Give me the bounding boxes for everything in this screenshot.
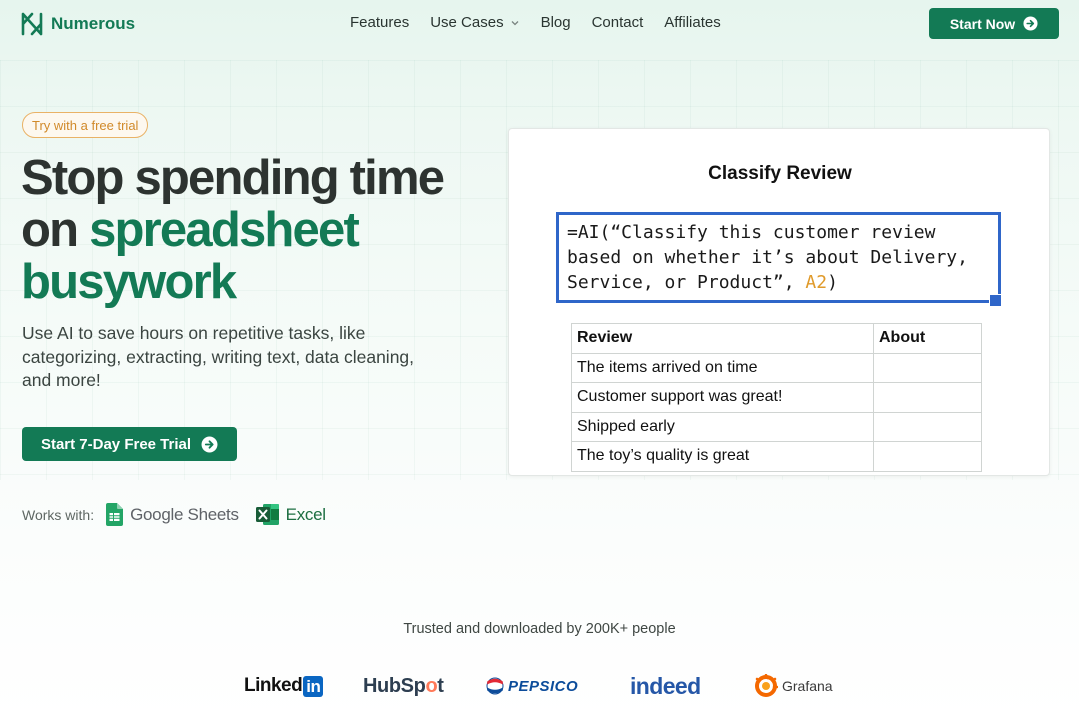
review-table: Review About The items arrived on time C… <box>571 323 982 472</box>
numerous-logo-icon <box>21 12 43 36</box>
nav-links: Features Use Cases Blog Contact Affiliat… <box>350 14 721 31</box>
formula-text: =AI(“Classify this customer review based… <box>567 222 968 293</box>
google-sheets-icon <box>106 503 124 526</box>
excel-icon <box>255 504 279 525</box>
column-header-review: Review <box>571 323 874 354</box>
linkedin-logo-text: Linked <box>244 675 303 696</box>
classify-demo-card: Classify Review =AI(“Classify this custo… <box>508 128 1050 476</box>
pepsi-globe-icon <box>486 677 504 695</box>
hubspot-logo-text-a: HubSp <box>363 674 426 697</box>
hero-subtitle: Use AI to save hours on repetitive tasks… <box>22 323 415 390</box>
excel-label: Excel <box>285 504 326 524</box>
about-cell[interactable] <box>873 382 982 413</box>
column-header-about: About <box>873 323 982 354</box>
works-with-label: Works with: <box>22 506 95 523</box>
nav-link-affiliates[interactable]: Affiliates <box>664 14 720 31</box>
pepsico-logo-text: PEPSICO <box>508 677 579 695</box>
start-free-trial-label: Start 7-Day Free Trial <box>40 435 192 453</box>
hubspot-logo-text-c: t <box>437 674 444 697</box>
grafana-icon <box>755 674 778 697</box>
table-row: Shipped early <box>571 411 982 442</box>
about-cell[interactable] <box>873 441 982 472</box>
review-cell[interactable]: The items arrived on time <box>571 352 874 383</box>
hubspot-logo: HubSp o t <box>363 668 444 704</box>
arrow-right-circle-icon <box>1023 16 1038 31</box>
arrow-right-circle-icon <box>201 436 218 452</box>
excel-integration[interactable]: Excel <box>255 503 326 526</box>
formula-cell[interactable]: =AI(“Classify this customer review based… <box>556 212 1001 303</box>
brand-logo[interactable]: Numerous <box>21 11 135 37</box>
formula-cell-ref: A2 <box>805 272 828 293</box>
works-with-row: Works with: Google Sheets Excel <box>22 503 326 526</box>
table-row: The toy’s quality is great <box>571 441 982 472</box>
free-trial-badge[interactable]: Try with a free trial <box>22 112 149 138</box>
google-sheets-integration[interactable]: Google Sheets <box>106 503 239 526</box>
nav-link-use-cases[interactable]: Use Cases <box>430 14 519 31</box>
nav-link-features[interactable]: Features <box>350 14 409 31</box>
fill-handle[interactable] <box>989 294 1002 307</box>
grafana-logo-text: Grafana <box>782 678 833 694</box>
table-row: Customer support was great! <box>571 382 982 413</box>
review-cell[interactable]: The toy’s quality is great <box>571 441 874 472</box>
chevron-down-icon <box>511 20 519 25</box>
nav-link-use-cases-label: Use Cases <box>430 14 504 31</box>
pepsico-logo: PEPSICO <box>486 668 578 704</box>
table-header-row: Review About <box>571 323 982 354</box>
about-cell[interactable] <box>873 352 982 383</box>
linkedin-logo-box: in <box>303 675 324 697</box>
hubspot-logo-sprocket: o <box>425 674 438 697</box>
start-now-label: Start Now <box>949 15 1016 32</box>
hero-headline: Stop spending time on spreadsheet busywo… <box>21 152 481 308</box>
about-cell[interactable] <box>873 411 982 442</box>
customer-logos: Linked in HubSp o t PEPSICO indeed Grafana <box>0 668 1079 708</box>
nav-link-contact[interactable]: Contact <box>592 14 644 31</box>
linkedin-logo: Linked in <box>244 668 324 704</box>
top-nav: Numerous Features Use Cases Blog Contact… <box>0 0 1079 48</box>
demo-title: Classify Review <box>708 163 852 184</box>
brand-name: Numerous <box>51 14 136 33</box>
grafana-logo: Grafana <box>754 668 833 704</box>
google-sheets-label: Google Sheets <box>130 504 239 524</box>
table-row: The items arrived on time <box>571 352 982 383</box>
start-free-trial-button[interactable]: Start 7-Day Free Trial <box>22 427 237 461</box>
indeed-logo: indeed <box>630 672 701 699</box>
formula-close: ) <box>827 272 838 293</box>
start-now-button[interactable]: Start Now <box>929 8 1059 39</box>
review-cell[interactable]: Customer support was great! <box>571 382 874 413</box>
trusted-by-text: Trusted and downloaded by 200K+ people <box>403 621 676 637</box>
review-cell[interactable]: Shipped early <box>571 411 874 442</box>
nav-link-blog[interactable]: Blog <box>541 14 571 31</box>
